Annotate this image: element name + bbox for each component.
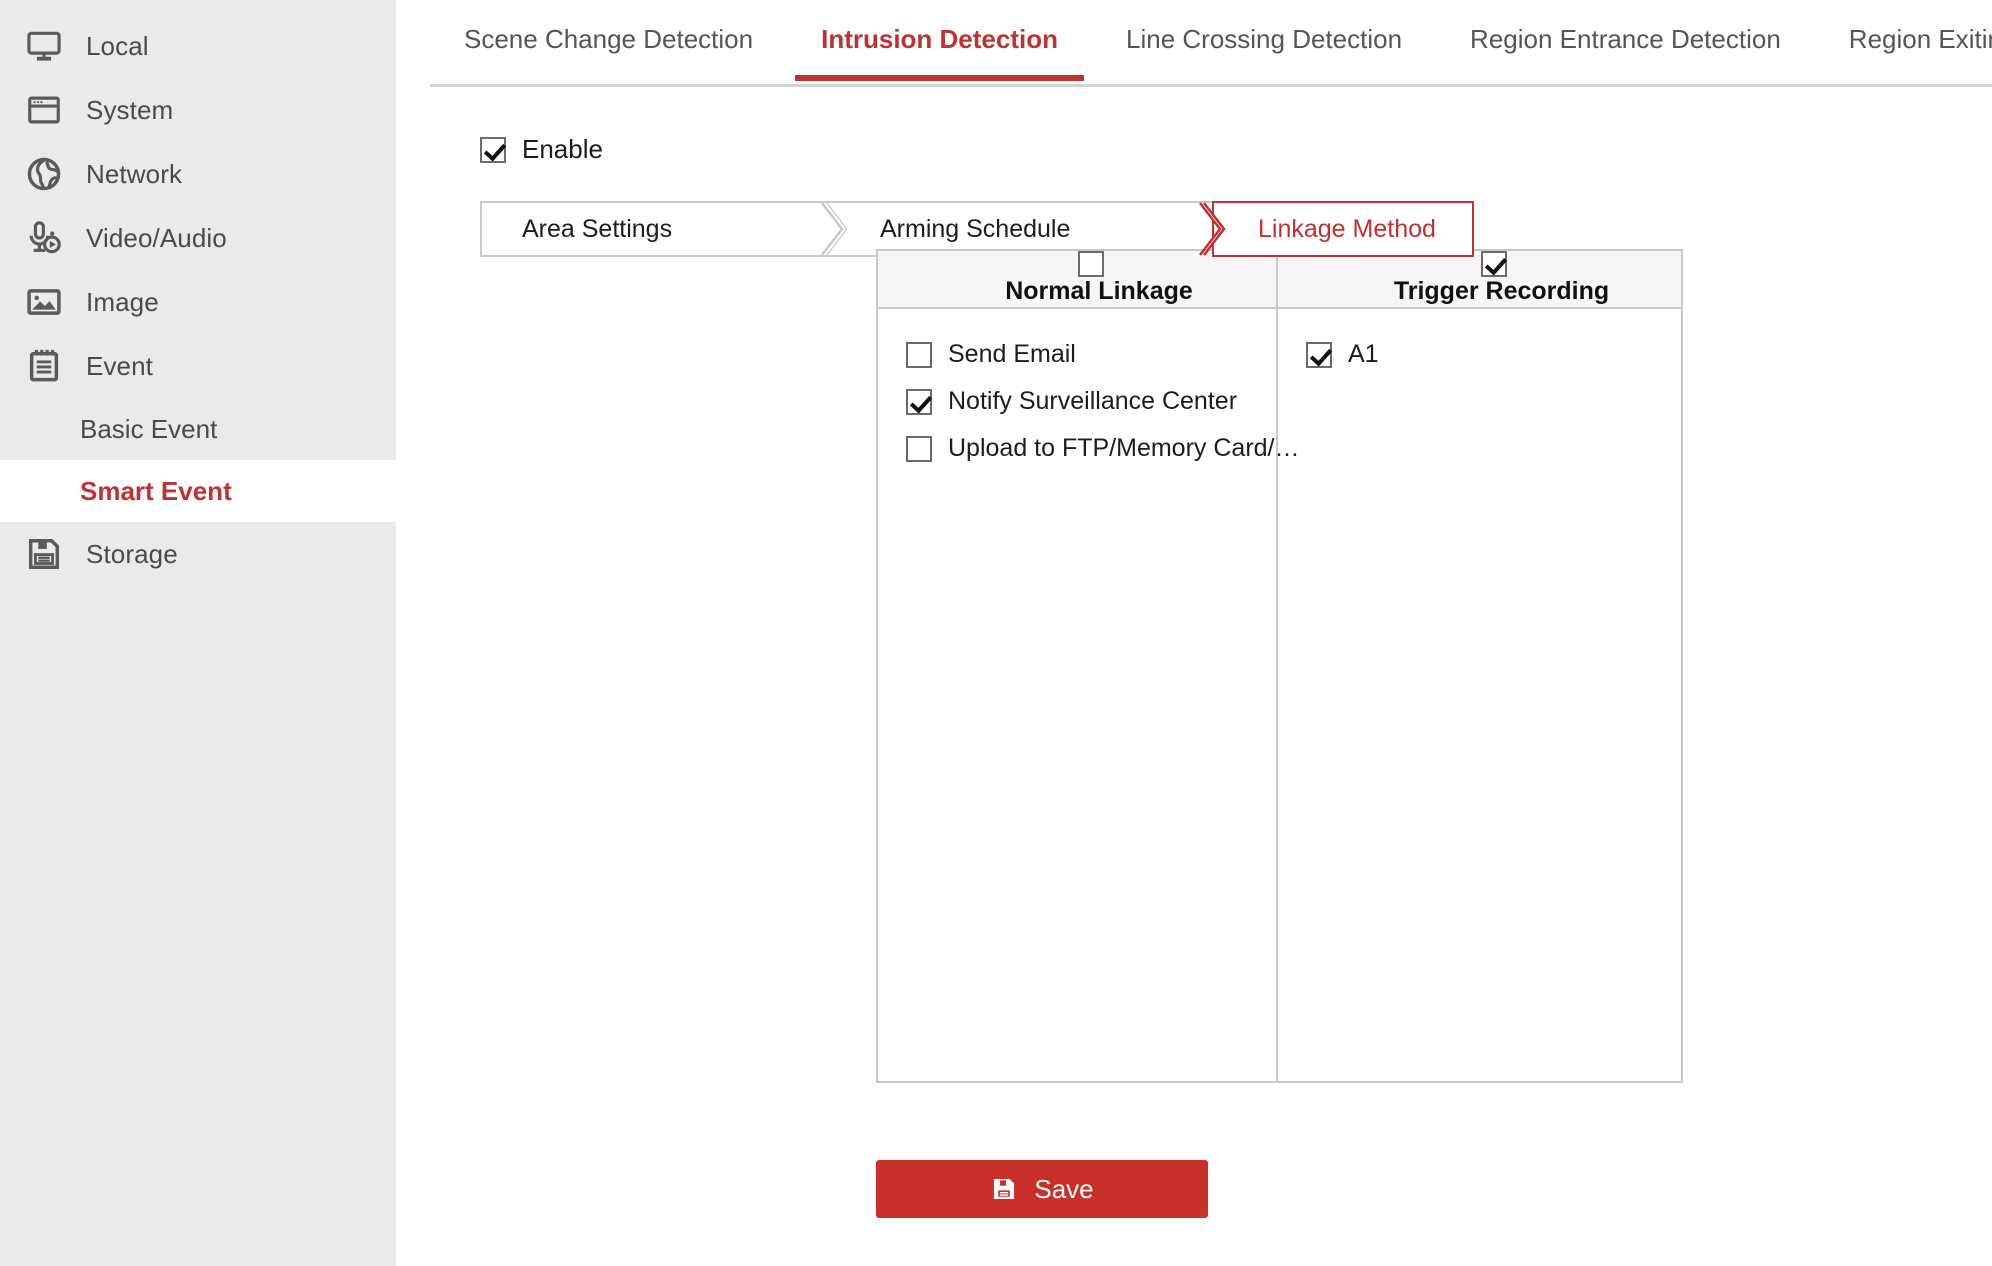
monitor-icon xyxy=(22,24,66,68)
linkage-table-header: Normal Linkage Trigger Recording xyxy=(878,251,1681,309)
list-item[interactable]: Notify Surveillance Center xyxy=(878,378,1276,425)
list-item[interactable]: Upload to FTP/Memory Card/… xyxy=(878,425,1276,472)
notepad-icon xyxy=(22,344,66,388)
normal-linkage-select-all-checkbox[interactable] xyxy=(1078,251,1104,277)
page-root: Local System xyxy=(0,0,1992,1266)
tab-label: Region Exiting Detection xyxy=(1849,24,1992,54)
sidebar-item-label: Video/Audio xyxy=(86,223,227,254)
step-linkage-method[interactable]: Linkage Method xyxy=(1212,201,1474,257)
upload-to-ftp-checkbox[interactable] xyxy=(906,436,932,462)
sidebar-item-label: Image xyxy=(86,287,159,318)
enable-checkbox[interactable] xyxy=(480,137,506,163)
step-label: Linkage Method xyxy=(1258,215,1436,244)
sidebar-item-label: Network xyxy=(86,159,182,190)
floppy-disk-icon xyxy=(990,1175,1018,1203)
trigger-recording-select-all-checkbox[interactable] xyxy=(1481,251,1507,277)
channel-a1-checkbox[interactable] xyxy=(1306,342,1332,368)
sidebar-item-image[interactable]: Image xyxy=(0,270,396,334)
save-button[interactable]: Save xyxy=(876,1160,1208,1218)
tab-scene-change-detection[interactable]: Scene Change Detection xyxy=(430,18,787,81)
save-button-label: Save xyxy=(1034,1174,1093,1205)
enable-row: Enable xyxy=(480,134,1992,165)
microphone-play-icon xyxy=(22,216,66,260)
tab-line-crossing-detection[interactable]: Line Crossing Detection xyxy=(1092,18,1436,81)
enable-label: Enable xyxy=(522,134,603,165)
sidebar-item-label: Storage xyxy=(86,539,178,570)
sidebar-item-label: System xyxy=(86,95,173,126)
normal-linkage-column: Send Email Notify Surveillance Center Up… xyxy=(878,309,1278,1081)
list-item-label: Notify Surveillance Center xyxy=(948,387,1237,416)
linkage-table: Normal Linkage Trigger Recording Send Em… xyxy=(876,249,1683,1083)
sidebar-subitem-label: Basic Event xyxy=(80,414,217,445)
sidebar-item-system[interactable]: System xyxy=(0,78,396,142)
tab-label: Scene Change Detection xyxy=(464,24,753,54)
trigger-recording-header-cell: Trigger Recording xyxy=(1278,251,1681,307)
tabs-divider xyxy=(430,84,1992,87)
tab-region-entrance-detection[interactable]: Region Entrance Detection xyxy=(1436,18,1815,81)
sidebar-item-smart-event[interactable]: Smart Event xyxy=(0,460,396,522)
step-label: Arming Schedule xyxy=(880,215,1070,244)
sidebar-item-local[interactable]: Local xyxy=(0,14,396,78)
sidebar-item-basic-event[interactable]: Basic Event xyxy=(0,398,396,460)
list-item-label: Send Email xyxy=(948,340,1076,369)
main-content: Scene Change Detection Intrusion Detecti… xyxy=(396,0,1992,1266)
list-item-label: Upload to FTP/Memory Card/… xyxy=(948,434,1300,463)
floppy-disk-icon xyxy=(22,532,66,576)
step-area-settings[interactable]: Area Settings xyxy=(480,201,836,257)
sidebar-item-label: Local xyxy=(86,31,149,62)
trigger-recording-column: A1 xyxy=(1278,309,1681,1081)
sidebar: Local System xyxy=(0,0,396,1266)
linkage-table-body: Send Email Notify Surveillance Center Up… xyxy=(878,309,1681,1081)
send-email-checkbox[interactable] xyxy=(906,342,932,368)
list-item[interactable]: A1 xyxy=(1278,331,1681,378)
notify-surveillance-center-checkbox[interactable] xyxy=(906,389,932,415)
column-header-label: Trigger Recording xyxy=(1394,277,1609,306)
sidebar-item-storage[interactable]: Storage xyxy=(0,522,396,586)
normal-linkage-header-cell: Normal Linkage xyxy=(878,251,1278,307)
sidebar-item-event[interactable]: Event xyxy=(0,334,396,398)
tab-label: Region Entrance Detection xyxy=(1470,24,1781,54)
sidebar-subitem-label: Smart Event xyxy=(80,476,232,507)
picture-icon xyxy=(22,280,66,324)
tab-label: Line Crossing Detection xyxy=(1126,24,1402,54)
sidebar-item-video-audio[interactable]: Video/Audio xyxy=(0,206,396,270)
tab-label: Intrusion Detection xyxy=(821,24,1058,54)
sidebar-item-label: Event xyxy=(86,351,153,382)
list-item-label: A1 xyxy=(1348,340,1379,369)
tab-region-exiting-detection[interactable]: Region Exiting Detection xyxy=(1815,18,1992,81)
globe-icon xyxy=(22,152,66,196)
sidebar-item-network[interactable]: Network xyxy=(0,142,396,206)
window-icon xyxy=(22,88,66,132)
list-item[interactable]: Send Email xyxy=(878,331,1276,378)
step-label: Area Settings xyxy=(522,215,672,244)
tab-intrusion-detection[interactable]: Intrusion Detection xyxy=(787,18,1092,81)
detection-tabs: Scene Change Detection Intrusion Detecti… xyxy=(396,0,1992,88)
column-header-label: Normal Linkage xyxy=(1005,277,1193,306)
